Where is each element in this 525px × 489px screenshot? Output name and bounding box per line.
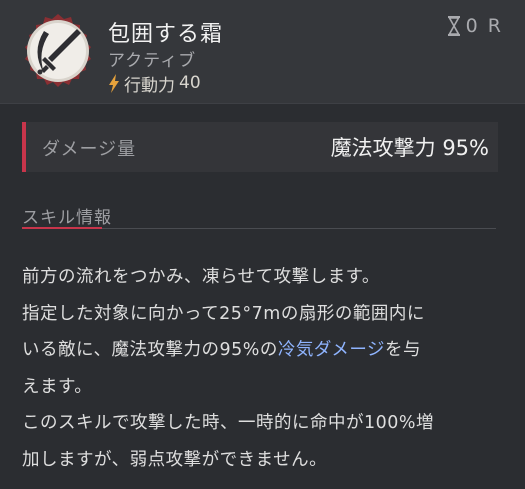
damage-row: ダメージ量 魔法攻撃力 95% [22, 122, 498, 172]
description-line: 指定した対象に向かって25°7mの扇形の範囲内に [22, 303, 425, 324]
action-point-cost: 行動力 40 [108, 72, 201, 96]
skill-header: 包囲する霜 アクティブ 行動力 40 0 R [0, 0, 525, 104]
skill-name: 包囲する霜 [108, 22, 224, 47]
description-line: このスキルで攻撃した時、一時的に命中が100%増 [22, 413, 435, 433]
skill-description: 前方の流れをつかみ、凍らせて攻撃します。 指定した対象に向かって25°7mの扇形… [22, 259, 502, 478]
damage-label: ダメージ量 [42, 139, 137, 160]
description-line: いる敵に、魔法攻撃力の95%の冷気ダメージを与 [22, 332, 502, 369]
description-line: 前方の流れをつかみ、凍らせて攻撃します。 [22, 267, 380, 287]
ap-value: 40 [179, 73, 201, 93]
skill-type: アクティブ [108, 51, 197, 71]
ap-label: 行動力 [124, 75, 175, 96]
description-text: を与 [385, 340, 421, 360]
frost-damage-keyword: 冷気ダメージ [277, 340, 385, 360]
hourglass-icon [447, 16, 460, 36]
cooldown-value: 0 R [465, 15, 503, 37]
section-title-skill-info: スキル情報 [22, 208, 112, 228]
section-divider-accent [22, 227, 102, 229]
description-line: 加しますが、弱点攻撃ができません。 [22, 449, 328, 470]
description-text: いる敵に、魔法攻撃力の95%の [22, 340, 278, 360]
frost-sword-icon [25, 14, 91, 87]
description-line: えます。 [22, 376, 93, 397]
damage-value: 魔法攻撃力 95% [330, 136, 489, 160]
lightning-icon [109, 73, 119, 93]
cooldown: 0 R [447, 15, 503, 37]
